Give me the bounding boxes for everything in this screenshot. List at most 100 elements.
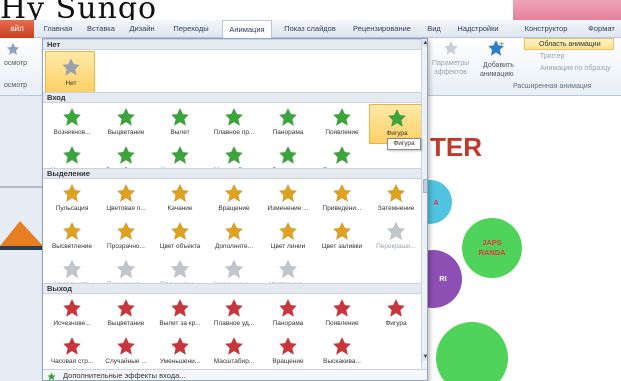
effect-entrance-item[interactable]: Вылет (153, 104, 207, 144)
effect-entrance-item[interactable]: Плавное пр... (207, 104, 261, 144)
effect-none[interactable]: Нет (45, 51, 95, 93)
effect-emphasis-item[interactable]: Цветовая п... (99, 180, 153, 220)
effect-emphasis-item[interactable]: Дополните... (207, 218, 261, 258)
effect-params-label-2[interactable]: эффектов (434, 69, 467, 76)
trigger-button[interactable]: Триггер (540, 53, 564, 60)
effect-label: Возникнов... (53, 129, 91, 136)
tab-insert[interactable]: Вставка (82, 20, 120, 38)
tab-addins[interactable]: Надстройки (450, 20, 506, 38)
section-header-emphasis: Выделение (43, 168, 421, 179)
effect-exit-item[interactable]: Выскакива... (315, 333, 369, 373)
effect-label: Приведени... (322, 205, 362, 212)
effect-entrance-item[interactable]: Возникнов... (45, 104, 99, 144)
effect-emphasis-item[interactable]: Качание (153, 180, 207, 220)
effect-exit-item[interactable]: Вылет за кр... (153, 295, 207, 335)
add-animation-label-1[interactable]: Добавить (483, 62, 514, 69)
effect-params-icon (443, 40, 459, 58)
effect-emphasis-item[interactable]: Вращение (207, 180, 261, 220)
tab-file[interactable]: айл (0, 20, 34, 38)
slide-circle-green-japs[interactable]: JAPS RANDA (462, 218, 522, 278)
effect-star-icon (278, 298, 298, 318)
effect-star-icon (62, 259, 82, 279)
effect-star-icon (278, 145, 298, 165)
tab-slideshow[interactable]: Показ слайдов (280, 20, 340, 38)
effect-star-icon (224, 221, 244, 241)
scroll-down-icon[interactable]: ▼ (422, 353, 427, 361)
effect-label: Вращение (272, 358, 304, 365)
effect-label: Цвет линии (270, 243, 306, 250)
slide-thumbnails-pane (0, 96, 43, 381)
effect-star-icon (170, 145, 190, 165)
effect-exit-item[interactable]: Плавное уд... (207, 295, 261, 335)
effect-emphasis-item[interactable]: Высветление (45, 218, 99, 258)
tab-animations[interactable]: Анимация (222, 20, 272, 39)
effect-star-icon (116, 298, 136, 318)
effect-params-label-1[interactable]: Параметры (432, 60, 469, 67)
effect-label: Панорама (272, 129, 304, 136)
effect-entrance-item[interactable]: Выцветание (99, 104, 153, 144)
effect-emphasis-item[interactable]: Изменение ... (261, 180, 315, 220)
effect-emphasis-item[interactable]: Перекраши... (369, 218, 423, 258)
animation-pane-button[interactable]: Область анимации (524, 38, 614, 50)
effect-label: Вылет за кр... (159, 320, 201, 327)
effect-star-icon (170, 183, 190, 203)
effect-emphasis-item[interactable]: Цвет линии (261, 218, 315, 258)
effect-label: Исчезнове... (53, 320, 91, 327)
effect-entrance-item[interactable]: Панорама (261, 104, 315, 144)
effect-star-icon (387, 108, 407, 128)
effect-star-icon (332, 145, 352, 165)
effect-exit-item[interactable]: Случайные ... (99, 333, 153, 373)
context-tools-banner (513, 0, 621, 20)
effect-star-icon (62, 183, 82, 203)
tab-review[interactable]: Рецензирование (347, 20, 417, 38)
effect-emphasis-item[interactable]: Затемнение (369, 180, 423, 220)
svg-text:+: + (499, 40, 505, 49)
effect-star-icon (386, 298, 406, 318)
effect-exit-item[interactable]: Исчезнове... (45, 295, 99, 335)
tab-transitions[interactable]: Переходы (166, 20, 216, 38)
effect-label: Фигура (385, 320, 407, 327)
tab-format[interactable]: Формат (582, 20, 621, 38)
effect-exit-item[interactable]: Появление (315, 295, 369, 335)
tab-design[interactable]: Дизайн (124, 20, 160, 38)
tab-view[interactable]: Вид (424, 20, 444, 38)
effect-entrance-item[interactable]: Появление (315, 104, 369, 144)
effect-emphasis-item[interactable]: Прозрачно... (99, 218, 153, 258)
effect-exit-item[interactable]: Часовая стр... (45, 333, 99, 373)
anim-painter-button[interactable]: Анимация по образцу (540, 65, 611, 72)
effect-emphasis-item[interactable]: Приведени... (315, 180, 369, 220)
effect-exit-item[interactable]: Масштабир... (207, 333, 261, 373)
effect-star-icon (116, 107, 136, 127)
effect-exit-item[interactable]: Выцветание (99, 295, 153, 335)
effect-label: Масштабир... (213, 358, 255, 365)
effect-label: Панорама (272, 320, 304, 327)
effect-emphasis-item[interactable]: Пульсация (45, 180, 99, 220)
effect-exit-item[interactable]: Вращение (261, 333, 315, 373)
animation-pane-label: Область анимации (539, 41, 601, 48)
effect-star-icon (278, 221, 298, 241)
effect-star-icon (116, 259, 136, 279)
scroll-thumb[interactable] (423, 179, 427, 193)
effect-label: Дополните... (214, 243, 254, 250)
scroll-up-icon[interactable]: ▲ (422, 39, 427, 47)
effect-exit-item[interactable]: Фигура (369, 295, 423, 335)
slide-title-text: TER (430, 132, 482, 162)
gallery-scrollbar[interactable]: ▲ ▼ (421, 39, 427, 369)
effect-label: Появление (325, 129, 359, 136)
effect-star-icon (62, 336, 82, 356)
effect-emphasis-item[interactable]: Цвет объекта (153, 218, 207, 258)
tab-constructor[interactable]: Конструктор (518, 20, 574, 38)
effect-exit-item[interactable]: Панорама (261, 295, 315, 335)
tab-home[interactable]: Главная (38, 20, 78, 38)
effect-label: Плавное уд... (213, 320, 255, 327)
effect-label: Вылет (170, 129, 190, 136)
add-animation-label-2[interactable]: анимацию (480, 71, 514, 78)
effect-star-icon (332, 298, 352, 318)
effect-star-icon (332, 221, 352, 241)
preview-label[interactable]: осмотр (4, 60, 27, 67)
effect-emphasis-item[interactable]: Цвет заливки (315, 218, 369, 258)
effect-star-icon (386, 221, 406, 241)
more-entrance-effects-link[interactable]: Дополнительные эффекты входа... (43, 369, 427, 380)
effect-exit-item[interactable]: Уменьшени... (153, 333, 207, 373)
effect-label: Плавное пр... (213, 129, 255, 136)
